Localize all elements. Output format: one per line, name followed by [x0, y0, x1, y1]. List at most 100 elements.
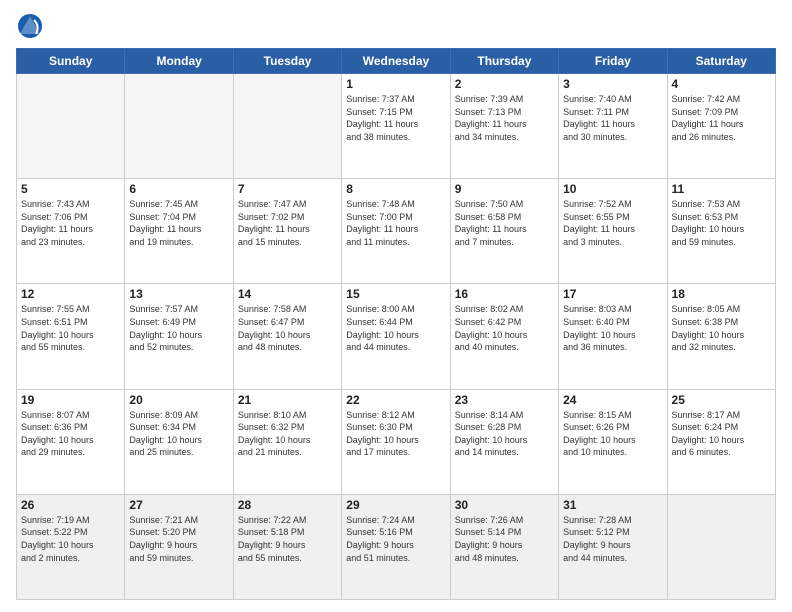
day-number: 4	[672, 77, 771, 91]
calendar-cell: 9 Sunrise: 7:50 AM Sunset: 6:58 PM Daylig…	[450, 179, 558, 284]
calendar-cell: 2 Sunrise: 7:39 AM Sunset: 7:13 PM Daylig…	[450, 74, 558, 179]
day-info: Sunrise: 7:50 AM Sunset: 6:58 PM Dayligh…	[455, 198, 554, 248]
day-number: 14	[238, 287, 337, 301]
day-info: Sunrise: 8:12 AM Sunset: 6:30 PM Dayligh…	[346, 409, 445, 459]
day-info: Sunrise: 8:17 AM Sunset: 6:24 PM Dayligh…	[672, 409, 771, 459]
calendar-cell: 8 Sunrise: 7:48 AM Sunset: 7:00 PM Daylig…	[342, 179, 450, 284]
header	[16, 12, 776, 40]
day-number: 30	[455, 498, 554, 512]
day-info: Sunrise: 8:02 AM Sunset: 6:42 PM Dayligh…	[455, 303, 554, 353]
calendar-cell: 15 Sunrise: 8:00 AM Sunset: 6:44 PM Dayli…	[342, 284, 450, 389]
calendar-table: SundayMondayTuesdayWednesdayThursdayFrid…	[16, 48, 776, 600]
day-info: Sunrise: 7:22 AM Sunset: 5:18 PM Dayligh…	[238, 514, 337, 564]
day-number: 17	[563, 287, 662, 301]
calendar-cell: 28 Sunrise: 7:22 AM Sunset: 5:18 PM Dayli…	[233, 494, 341, 599]
calendar-week-row: 5Sunrise: 7:43 AM Sunset: 7:06 PM Daylig…	[17, 179, 776, 284]
day-info: Sunrise: 7:24 AM Sunset: 5:16 PM Dayligh…	[346, 514, 445, 564]
day-number: 15	[346, 287, 445, 301]
calendar-week-row: 19 Sunrise: 8:07 AM Sunset: 6:36 PM Dayli…	[17, 389, 776, 494]
weekday-header-saturday: Saturday	[667, 49, 775, 74]
day-number: 25	[672, 393, 771, 407]
day-number: 11	[672, 182, 771, 196]
day-info: Sunrise: 7:53 AM Sunset: 6:53 PM Dayligh…	[672, 198, 771, 248]
day-info: Sunrise: 7:26 AM Sunset: 5:14 PM Dayligh…	[455, 514, 554, 564]
day-info: Sunrise: 7:39 AM Sunset: 7:13 PM Dayligh…	[455, 93, 554, 143]
calendar-week-row: 12 Sunrise: 7:55 AM Sunset: 6:51 PM Dayli…	[17, 284, 776, 389]
weekday-header-sunday: Sunday	[17, 49, 125, 74]
page: SundayMondayTuesdayWednesdayThursdayFrid…	[0, 0, 792, 612]
calendar-cell: 25 Sunrise: 8:17 AM Sunset: 6:24 PM Dayli…	[667, 389, 775, 494]
day-number: 5	[21, 182, 120, 196]
day-info: Sunrise: 8:07 AM Sunset: 6:36 PM Dayligh…	[21, 409, 120, 459]
calendar-cell: 13Sunrise: 7:57 AM Sunset: 6:49 PM Dayli…	[125, 284, 233, 389]
day-info: Sunrise: 7:37 AM Sunset: 7:15 PM Dayligh…	[346, 93, 445, 143]
weekday-header-thursday: Thursday	[450, 49, 558, 74]
calendar-week-row: 1 Sunrise: 7:37 AM Sunset: 7:15 PM Daylig…	[17, 74, 776, 179]
day-info: Sunrise: 7:48 AM Sunset: 7:00 PM Dayligh…	[346, 198, 445, 248]
day-number: 9	[455, 182, 554, 196]
day-number: 8	[346, 182, 445, 196]
day-info: Sunrise: 7:55 AM Sunset: 6:51 PM Dayligh…	[21, 303, 120, 353]
day-info: Sunrise: 7:47 AM Sunset: 7:02 PM Dayligh…	[238, 198, 337, 248]
day-info: Sunrise: 8:05 AM Sunset: 6:38 PM Dayligh…	[672, 303, 771, 353]
day-number: 16	[455, 287, 554, 301]
calendar-cell	[17, 74, 125, 179]
logo	[16, 12, 46, 40]
calendar-cell: 30 Sunrise: 7:26 AM Sunset: 5:14 PM Dayli…	[450, 494, 558, 599]
day-number: 31	[563, 498, 662, 512]
day-number: 3	[563, 77, 662, 91]
day-number: 6	[129, 182, 228, 196]
day-info: Sunrise: 8:03 AM Sunset: 6:40 PM Dayligh…	[563, 303, 662, 353]
day-number: 29	[346, 498, 445, 512]
calendar-cell: 5Sunrise: 7:43 AM Sunset: 7:06 PM Daylig…	[17, 179, 125, 284]
day-info: Sunrise: 8:14 AM Sunset: 6:28 PM Dayligh…	[455, 409, 554, 459]
calendar-cell: 27 Sunrise: 7:21 AM Sunset: 5:20 PM Dayli…	[125, 494, 233, 599]
day-number: 12	[21, 287, 120, 301]
weekday-header-friday: Friday	[559, 49, 667, 74]
calendar-cell: 17 Sunrise: 8:03 AM Sunset: 6:40 PM Dayli…	[559, 284, 667, 389]
day-info: Sunrise: 8:15 AM Sunset: 6:26 PM Dayligh…	[563, 409, 662, 459]
calendar-cell: 31 Sunrise: 7:28 AM Sunset: 5:12 PM Dayli…	[559, 494, 667, 599]
day-info: Sunrise: 7:21 AM Sunset: 5:20 PM Dayligh…	[129, 514, 228, 564]
day-info: Sunrise: 7:42 AM Sunset: 7:09 PM Dayligh…	[672, 93, 771, 143]
calendar-week-row: 26 Sunrise: 7:19 AM Sunset: 5:22 PM Dayli…	[17, 494, 776, 599]
weekday-header-monday: Monday	[125, 49, 233, 74]
day-info: Sunrise: 7:52 AM Sunset: 6:55 PM Dayligh…	[563, 198, 662, 248]
logo-icon	[16, 12, 44, 40]
day-info: Sunrise: 8:00 AM Sunset: 6:44 PM Dayligh…	[346, 303, 445, 353]
day-number: 21	[238, 393, 337, 407]
day-info: Sunrise: 7:28 AM Sunset: 5:12 PM Dayligh…	[563, 514, 662, 564]
day-info: Sunrise: 7:19 AM Sunset: 5:22 PM Dayligh…	[21, 514, 120, 564]
day-number: 19	[21, 393, 120, 407]
weekday-header-tuesday: Tuesday	[233, 49, 341, 74]
calendar-cell: 3Sunrise: 7:40 AM Sunset: 7:11 PM Daylig…	[559, 74, 667, 179]
calendar-cell: 22Sunrise: 8:12 AM Sunset: 6:30 PM Dayli…	[342, 389, 450, 494]
calendar-cell: 7 Sunrise: 7:47 AM Sunset: 7:02 PM Daylig…	[233, 179, 341, 284]
calendar-cell: 21Sunrise: 8:10 AM Sunset: 6:32 PM Dayli…	[233, 389, 341, 494]
day-number: 7	[238, 182, 337, 196]
calendar-cell: 29 Sunrise: 7:24 AM Sunset: 5:16 PM Dayli…	[342, 494, 450, 599]
day-info: Sunrise: 7:45 AM Sunset: 7:04 PM Dayligh…	[129, 198, 228, 248]
calendar-cell: 19 Sunrise: 8:07 AM Sunset: 6:36 PM Dayli…	[17, 389, 125, 494]
day-number: 2	[455, 77, 554, 91]
weekday-header-wednesday: Wednesday	[342, 49, 450, 74]
day-info: Sunrise: 7:57 AM Sunset: 6:49 PM Dayligh…	[129, 303, 228, 353]
day-number: 23	[455, 393, 554, 407]
calendar-cell: 14 Sunrise: 7:58 AM Sunset: 6:47 PM Dayli…	[233, 284, 341, 389]
day-number: 28	[238, 498, 337, 512]
calendar-cell: 1 Sunrise: 7:37 AM Sunset: 7:15 PM Daylig…	[342, 74, 450, 179]
calendar-cell: 10Sunrise: 7:52 AM Sunset: 6:55 PM Dayli…	[559, 179, 667, 284]
day-number: 26	[21, 498, 120, 512]
calendar-cell: 26 Sunrise: 7:19 AM Sunset: 5:22 PM Dayli…	[17, 494, 125, 599]
day-number: 1	[346, 77, 445, 91]
calendar-cell: 23 Sunrise: 8:14 AM Sunset: 6:28 PM Dayli…	[450, 389, 558, 494]
calendar-cell: 4 Sunrise: 7:42 AM Sunset: 7:09 PM Daylig…	[667, 74, 775, 179]
day-info: Sunrise: 7:58 AM Sunset: 6:47 PM Dayligh…	[238, 303, 337, 353]
weekday-header-row: SundayMondayTuesdayWednesdayThursdayFrid…	[17, 49, 776, 74]
calendar-cell: 16 Sunrise: 8:02 AM Sunset: 6:42 PM Dayli…	[450, 284, 558, 389]
day-number: 27	[129, 498, 228, 512]
calendar-cell: 11 Sunrise: 7:53 AM Sunset: 6:53 PM Dayli…	[667, 179, 775, 284]
calendar-cell	[233, 74, 341, 179]
day-number: 20	[129, 393, 228, 407]
calendar-cell: 24Sunrise: 8:15 AM Sunset: 6:26 PM Dayli…	[559, 389, 667, 494]
